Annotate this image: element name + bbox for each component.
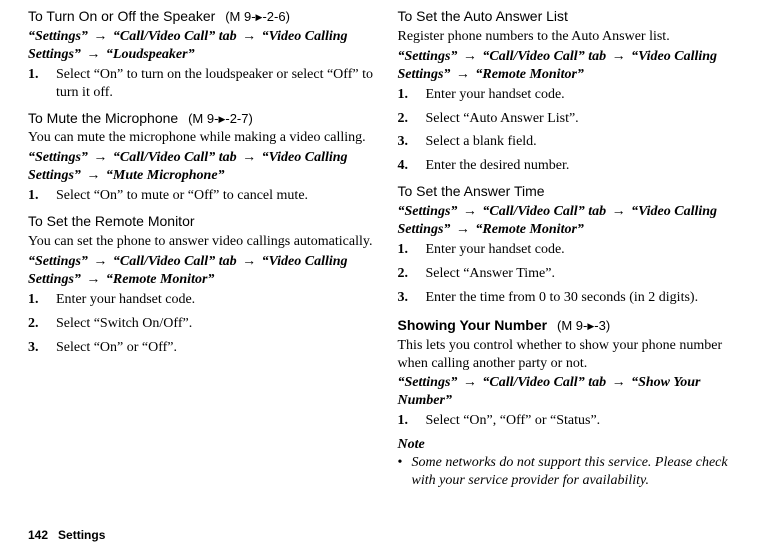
heading-mute: To Mute the Microphone (M 9-▶-2-7): [28, 110, 374, 128]
step-item: Select a blank field.: [398, 133, 744, 151]
nav-path: “Settings” → “Call/Video Call” tab → “Vi…: [28, 253, 374, 289]
nav-path: “Settings” → “Call/Video Call” tab → “Sh…: [398, 374, 744, 410]
step-item: Select “On” to mute or “Off” to cancel m…: [28, 187, 374, 205]
heading-text: To Mute the Microphone: [28, 110, 178, 126]
heading-text: To Set the Answer Time: [398, 183, 545, 199]
steps-list: Select “On”, “Off” or “Status”.: [398, 412, 744, 430]
left-column: To Turn On or Off the Speaker (M 9-▶-2-6…: [28, 8, 374, 490]
step-item: Select “On”, “Off” or “Status”.: [398, 412, 744, 430]
body-text: This lets you control whether to show yo…: [398, 337, 744, 373]
heading-answer-time: To Set the Answer Time: [398, 183, 744, 201]
step-item: Select “On” to turn on the loudspeaker o…: [28, 66, 374, 102]
step-item: Select “Switch On/Off”.: [28, 315, 374, 333]
steps-list: Select “On” to mute or “Off” to cancel m…: [28, 187, 374, 205]
step-item: Enter your handset code.: [398, 86, 744, 104]
heading-text: To Set the Remote Monitor: [28, 213, 195, 229]
heading-auto-answer-list: To Set the Auto Answer List: [398, 8, 744, 26]
note-body: Some networks do not support this servic…: [398, 454, 744, 490]
body-text: Register phone numbers to the Auto Answe…: [398, 28, 744, 46]
nav-path: “Settings” → “Call/Video Call” tab → “Vi…: [398, 48, 744, 84]
steps-list: Enter your handset code. Select “Auto An…: [398, 86, 744, 176]
heading-text: Showing Your Number: [398, 317, 548, 333]
heading-ref: (M 9-▶-3): [557, 318, 610, 333]
step-item: Enter your handset code.: [398, 241, 744, 259]
manual-page: To Turn On or Off the Speaker (M 9-▶-2-6…: [0, 0, 765, 553]
heading-speaker: To Turn On or Off the Speaker (M 9-▶-2-6…: [28, 8, 374, 26]
step-item: Select “Answer Time”.: [398, 265, 744, 283]
heading-text: To Turn On or Off the Speaker: [28, 8, 215, 24]
step-item: Enter the time from 0 to 30 seconds (in …: [398, 289, 744, 307]
nav-path: “Settings” → “Call/Video Call” tab → “Vi…: [28, 28, 374, 64]
heading-ref: (M 9-▶-2-6): [225, 9, 290, 24]
steps-list: Enter your handset code. Select “Switch …: [28, 291, 374, 357]
heading-show-number: Showing Your Number (M 9-▶-3): [398, 317, 744, 335]
columns: To Turn On or Off the Speaker (M 9-▶-2-6…: [28, 8, 743, 490]
heading-remote-monitor: To Set the Remote Monitor: [28, 213, 374, 231]
step-item: Select “On” or “Off”.: [28, 339, 374, 357]
step-item: Select “Auto Answer List”.: [398, 110, 744, 128]
page-number: 142: [28, 528, 48, 542]
heading-text: To Set the Auto Answer List: [398, 8, 568, 24]
nav-path: “Settings” → “Call/Video Call” tab → “Vi…: [28, 149, 374, 185]
body-text: You can set the phone to answer video ca…: [28, 233, 374, 251]
steps-list: Enter your handset code. Select “Answer …: [398, 241, 744, 307]
nav-path: “Settings” → “Call/Video Call” tab → “Vi…: [398, 203, 744, 239]
footer-section: Settings: [58, 528, 105, 542]
note-heading: Note: [398, 436, 744, 454]
page-footer: 142 Settings: [28, 528, 105, 543]
heading-ref: (M 9-▶-2-7): [188, 111, 253, 126]
step-item: Enter your handset code.: [28, 291, 374, 309]
right-column: To Set the Auto Answer List Register pho…: [398, 8, 744, 490]
steps-list: Select “On” to turn on the loudspeaker o…: [28, 66, 374, 102]
step-item: Enter the desired number.: [398, 157, 744, 175]
body-text: You can mute the microphone while making…: [28, 129, 374, 147]
